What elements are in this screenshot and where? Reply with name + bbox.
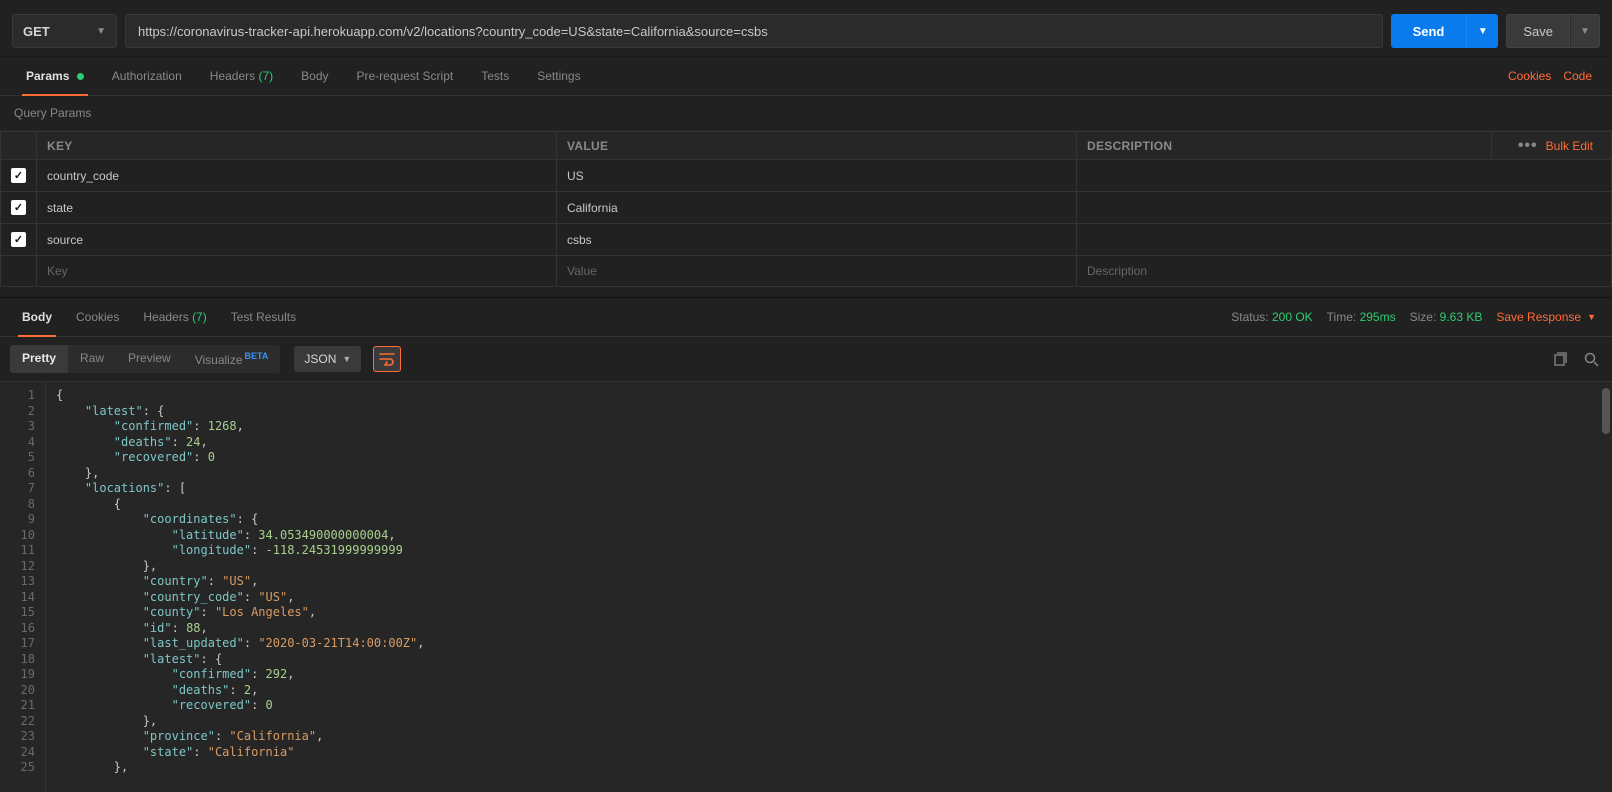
- param-description[interactable]: [1077, 232, 1611, 248]
- save-dropdown[interactable]: ▼: [1570, 14, 1600, 48]
- save-button[interactable]: Save: [1506, 14, 1570, 48]
- response-meta: Status: 200 OK Time: 295ms Size: 9.63 KB…: [1225, 300, 1602, 334]
- param-key[interactable]: source: [37, 225, 556, 255]
- param-value[interactable]: US: [557, 161, 1076, 191]
- param-row: ✓ country_code US: [1, 160, 1612, 192]
- params-th-value: VALUE: [557, 132, 1077, 160]
- view-raw[interactable]: Raw: [68, 345, 116, 373]
- param-value-input[interactable]: Value: [557, 256, 1076, 286]
- chevron-down-icon: ▼: [342, 354, 351, 364]
- chevron-down-icon: ▼: [96, 26, 106, 37]
- params-th-description: DESCRIPTION: [1077, 132, 1492, 160]
- method-select[interactable]: GET ▼: [12, 14, 117, 48]
- copy-icon[interactable]: [1548, 348, 1570, 370]
- line-gutter: 1234567891011121314151617181920212223242…: [0, 382, 46, 792]
- send-button-group: Send ▼: [1391, 14, 1499, 48]
- beta-badge: BETA: [245, 351, 269, 361]
- request-tabs-right: Cookies Code: [1500, 57, 1600, 95]
- param-row: ✓ state California: [1, 192, 1612, 224]
- status-value: 200 OK: [1272, 310, 1313, 324]
- resp-tab-cookies[interactable]: Cookies: [64, 298, 131, 336]
- save-button-group: Save ▼: [1506, 14, 1600, 48]
- view-visualize[interactable]: VisualizeBETA: [183, 345, 281, 373]
- scrollbar-thumb[interactable]: [1602, 388, 1610, 434]
- params-th-key: KEY: [37, 132, 557, 160]
- send-button[interactable]: Send: [1391, 14, 1467, 48]
- url-input[interactable]: https://coronavirus-tracker-api.herokuap…: [125, 14, 1383, 48]
- body-toolbar: Pretty Raw Preview VisualizeBETA JSON ▼: [0, 337, 1612, 382]
- wrap-icon: [379, 352, 395, 366]
- param-row: ✓ source csbs: [1, 224, 1612, 256]
- bulk-edit-link[interactable]: Bulk Edit: [1546, 139, 1593, 153]
- param-key[interactable]: country_code: [37, 161, 556, 191]
- response-json[interactable]: { "latest": { "confirmed": 1268, "deaths…: [46, 382, 1612, 792]
- tab-headers[interactable]: Headers (7): [196, 57, 287, 95]
- param-row-new: Key Value Description: [1, 256, 1612, 287]
- search-icon[interactable]: [1580, 348, 1602, 370]
- query-params-title: Query Params: [0, 96, 1612, 131]
- param-checkbox[interactable]: ✓: [11, 168, 26, 183]
- url-text: https://coronavirus-tracker-api.herokuap…: [138, 24, 768, 39]
- tab-body[interactable]: Body: [287, 57, 342, 95]
- tab-prerequest[interactable]: Pre-request Script: [343, 57, 468, 95]
- view-mode-group: Pretty Raw Preview VisualizeBETA: [10, 345, 280, 373]
- size-value: 9.63 KB: [1440, 310, 1483, 324]
- chevron-down-icon: ▼: [1587, 312, 1596, 322]
- tab-settings[interactable]: Settings: [523, 57, 594, 95]
- response-code-area: 1234567891011121314151617181920212223242…: [0, 382, 1612, 792]
- resp-tab-headers[interactable]: Headers (7): [131, 298, 218, 336]
- resp-tab-testresults[interactable]: Test Results: [219, 298, 308, 336]
- send-dropdown[interactable]: ▼: [1466, 14, 1498, 48]
- time-value: 295ms: [1360, 310, 1396, 324]
- param-key[interactable]: state: [37, 193, 556, 223]
- param-description[interactable]: [1077, 168, 1611, 184]
- method-label: GET: [23, 24, 50, 39]
- response-tabs: Body Cookies Headers (7) Test Results St…: [0, 297, 1612, 337]
- view-preview[interactable]: Preview: [116, 345, 183, 373]
- param-value[interactable]: California: [557, 193, 1076, 223]
- format-select[interactable]: JSON ▼: [294, 346, 361, 372]
- param-key-input[interactable]: Key: [37, 256, 556, 286]
- request-bar: GET ▼ https://coronavirus-tracker-api.he…: [0, 0, 1612, 57]
- view-pretty[interactable]: Pretty: [10, 345, 68, 373]
- param-description-input[interactable]: Description: [1077, 256, 1611, 286]
- params-table: KEY VALUE DESCRIPTION ••• Bulk Edit ✓ co…: [0, 131, 1612, 287]
- tab-authorization[interactable]: Authorization: [98, 57, 196, 95]
- request-tabs: Params Authorization Headers (7) Body Pr…: [0, 57, 1612, 96]
- save-response-button[interactable]: Save Response ▼: [1496, 310, 1596, 324]
- param-checkbox[interactable]: ✓: [11, 200, 26, 215]
- param-value[interactable]: csbs: [557, 225, 1076, 255]
- resp-tab-body[interactable]: Body: [10, 298, 64, 336]
- params-th-actions: ••• Bulk Edit: [1492, 132, 1612, 160]
- param-description[interactable]: [1077, 200, 1611, 216]
- tab-tests[interactable]: Tests: [467, 57, 523, 95]
- cookies-link[interactable]: Cookies: [1508, 69, 1551, 83]
- tab-params[interactable]: Params: [12, 57, 98, 95]
- code-link[interactable]: Code: [1563, 69, 1592, 83]
- wrap-toggle-button[interactable]: [373, 346, 401, 372]
- green-dot-icon: [77, 73, 84, 80]
- param-checkbox[interactable]: ✓: [11, 232, 26, 247]
- params-th-check: [1, 132, 37, 160]
- more-icon[interactable]: •••: [1518, 137, 1538, 155]
